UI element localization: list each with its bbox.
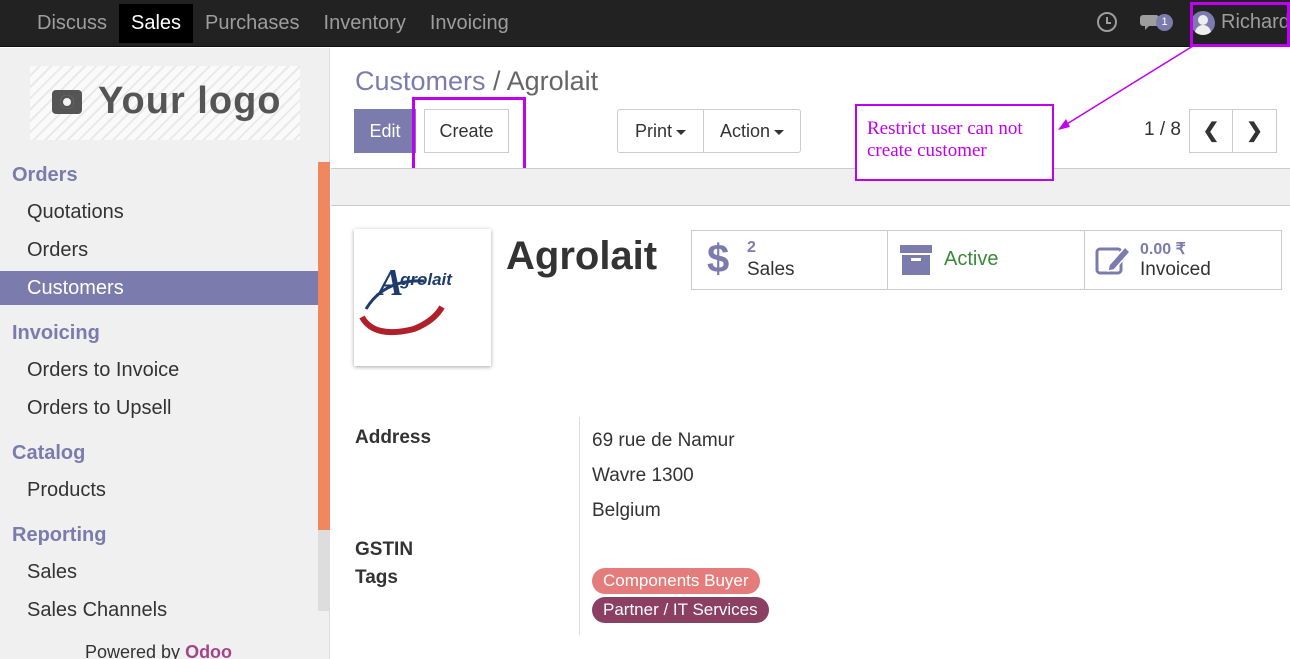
edit-document-icon: [1095, 245, 1131, 275]
create-highlight-box: [412, 97, 526, 172]
address-street: 69 rue de Namur: [592, 430, 735, 451]
edit-button[interactable]: Edit: [354, 109, 416, 153]
logo-text: Your logo: [98, 80, 282, 122]
partner-name: Agrolait: [506, 234, 658, 278]
company-logo: Your logo: [30, 66, 300, 140]
main-menu: Discuss Sales Purchases Inventory Invoic…: [25, 4, 521, 43]
tag-components-buyer: Components Buyer: [592, 568, 760, 594]
agrolait-logo: A grolait: [359, 262, 453, 335]
action-dropdown[interactable]: Action: [703, 109, 801, 153]
user-highlight-box: [1190, 2, 1290, 47]
pager-next-button[interactable]: ❯: [1232, 109, 1277, 153]
sidebar: Your logo Orders Quotations Orders Custo…: [0, 48, 330, 659]
partner-logo-image[interactable]: A grolait: [354, 229, 491, 366]
invoiced-smart-button[interactable]: 0.00 ₹ Invoiced: [1084, 230, 1282, 290]
camera-icon: [52, 90, 82, 114]
action-label: Action: [719, 121, 771, 141]
section-catalog: Catalog: [12, 442, 86, 464]
field-divider: [579, 417, 580, 635]
invoiced-amount: 0.00 ₹: [1140, 241, 1186, 258]
svg-text:grolait: grolait: [399, 270, 453, 289]
sidebar-item-orders[interactable]: Orders: [0, 233, 318, 267]
address-country: Belgium: [592, 500, 661, 521]
sales-smart-button[interactable]: $ 2 Sales: [691, 230, 888, 290]
invoiced-label: Invoiced: [1140, 259, 1211, 280]
active-toggle-button[interactable]: Active: [887, 230, 1085, 290]
menu-invoicing[interactable]: Invoicing: [418, 4, 521, 43]
dollar-icon: $: [707, 237, 730, 281]
sidebar-item-customers[interactable]: Customers: [0, 271, 318, 305]
sidebar-item-orders-to-invoice[interactable]: Orders to Invoice: [0, 353, 318, 387]
address-city: Wavre 1300: [592, 465, 694, 486]
menu-purchases[interactable]: Purchases: [193, 4, 312, 43]
sidebar-scrollbar-track[interactable]: [318, 530, 330, 611]
powered-by-text: Powered by: [85, 642, 186, 659]
activity-clock-icon[interactable]: [1097, 12, 1117, 32]
odoo-link[interactable]: Odoo: [185, 642, 232, 659]
chat-count-badge: 1: [1156, 14, 1173, 31]
powered-by: Powered by Odoo: [85, 642, 232, 659]
sidebar-item-products[interactable]: Products: [0, 473, 318, 507]
sidebar-item-sales[interactable]: Sales: [0, 555, 318, 589]
breadcrumb: Customers / Agrolait: [355, 66, 598, 97]
sidebar-item-sales-channels[interactable]: Sales Channels: [0, 593, 318, 627]
breadcrumb-separator: /: [493, 66, 501, 96]
tag-partner-it-services: Partner / IT Services: [592, 597, 769, 623]
print-dropdown[interactable]: Print: [617, 109, 704, 153]
sidebar-item-orders-to-upsell[interactable]: Orders to Upsell: [0, 391, 318, 425]
sidebar-item-quotations[interactable]: Quotations: [0, 195, 318, 229]
gstin-label: GSTIN: [355, 539, 414, 560]
section-invoicing: Invoicing: [12, 322, 100, 344]
active-label: Active: [944, 248, 999, 270]
annotation-callout: Restrict user can not create customer: [855, 104, 1054, 181]
print-label: Print: [634, 121, 672, 141]
chevron-right-icon: ❯: [1246, 120, 1263, 142]
sidebar-scrollbar-thumb[interactable]: [318, 162, 330, 578]
menu-sales[interactable]: Sales: [119, 4, 194, 43]
breadcrumb-current: Agrolait: [506, 66, 599, 96]
address-label: Address: [355, 427, 432, 448]
caret-down-icon: [774, 129, 785, 135]
section-orders: Orders: [12, 164, 78, 186]
caret-down-icon: [676, 129, 686, 135]
control-panel-divider: [331, 168, 1290, 206]
tags-label: Tags: [355, 567, 398, 588]
sales-count: 2: [747, 239, 756, 256]
pager-value[interactable]: 1 / 8: [1144, 119, 1181, 141]
chevron-left-icon: ❮: [1202, 120, 1220, 142]
breadcrumb-customers[interactable]: Customers: [355, 66, 486, 96]
menu-inventory[interactable]: Inventory: [312, 4, 418, 43]
menu-discuss[interactable]: Discuss: [25, 4, 119, 43]
sales-label: Sales: [747, 259, 795, 280]
section-reporting: Reporting: [12, 524, 107, 546]
archive-icon: [900, 245, 932, 275]
pager-previous-button[interactable]: ❮: [1189, 109, 1233, 153]
